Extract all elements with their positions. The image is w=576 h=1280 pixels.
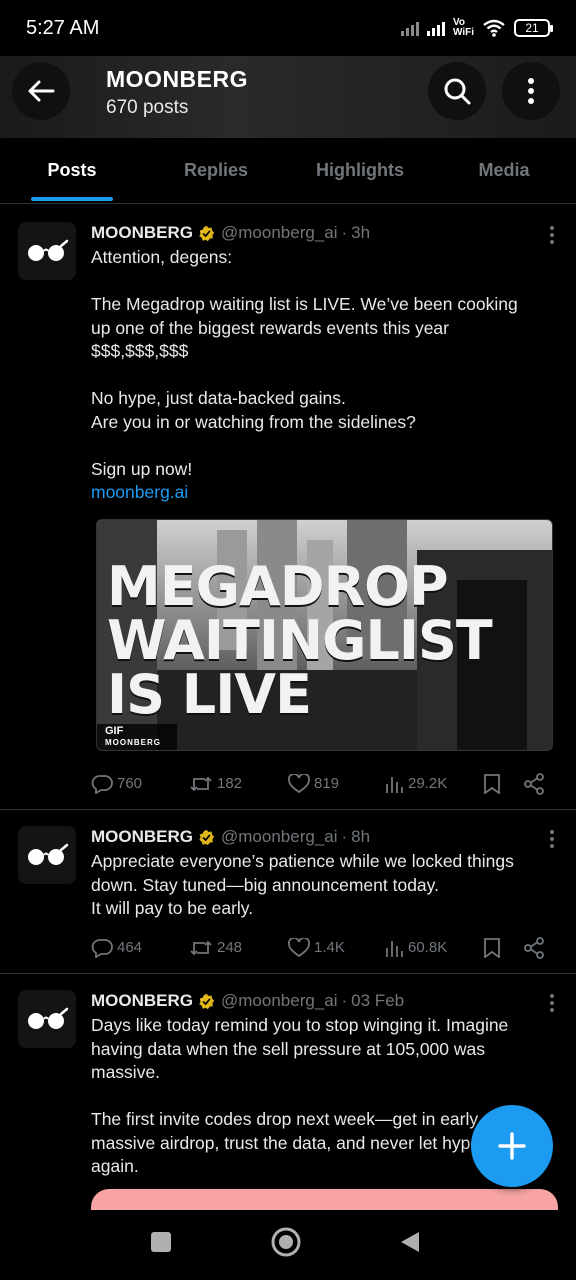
- timeline-feed[interactable]: MOONBERG @moonberg_ai · 3h Attention, de…: [0, 206, 576, 1210]
- posts-count: 670 posts: [106, 97, 189, 118]
- media-headline: MEGADROP WAITINGLIST IS LIVE: [107, 554, 493, 726]
- author-name[interactable]: MOONBERG: [91, 827, 193, 847]
- reply-icon: [91, 774, 113, 794]
- compose-button[interactable]: [471, 1105, 553, 1187]
- author-name[interactable]: MOONBERG: [91, 991, 193, 1011]
- status-bar: 5:27 AM Vo WiFi 21: [0, 0, 576, 56]
- tab-posts[interactable]: Posts: [0, 138, 144, 203]
- like-button[interactable]: 1.4K: [288, 937, 384, 958]
- search-icon: [444, 78, 471, 105]
- post-media-preview[interactable]: [91, 1188, 558, 1210]
- post-link[interactable]: moonberg.ai: [91, 481, 560, 505]
- post-header: MOONBERG @moonberg_ai · 3h: [91, 223, 371, 243]
- reply-button[interactable]: 464: [91, 938, 189, 958]
- repost-button[interactable]: 248: [189, 938, 288, 958]
- author-handle[interactable]: @moonberg_ai: [221, 991, 338, 1011]
- signal-sim1-icon: [400, 20, 419, 36]
- back-nav-button[interactable]: [399, 1230, 421, 1259]
- avatar[interactable]: [18, 222, 76, 280]
- moonberg-logo-icon: [28, 843, 69, 865]
- post[interactable]: MOONBERG @moonberg_ai · 3h Attention, de…: [0, 206, 576, 810]
- post-time[interactable]: 03 Feb: [351, 991, 404, 1011]
- verified-badge-icon: [198, 993, 215, 1010]
- search-button[interactable]: [428, 62, 486, 120]
- bookmark-icon: [484, 773, 500, 794]
- share-icon: [524, 936, 544, 959]
- post-time[interactable]: 3h: [351, 223, 370, 243]
- views-button[interactable]: 60.8K: [384, 938, 483, 958]
- author-handle[interactable]: @moonberg_ai: [221, 223, 338, 243]
- recents-icon: [151, 1232, 171, 1252]
- reply-button[interactable]: 760: [91, 774, 189, 794]
- repost-button[interactable]: 182: [189, 774, 288, 794]
- post-header: MOONBERG @moonberg_ai · 8h: [91, 827, 371, 847]
- post-more-icon[interactable]: [550, 994, 554, 1012]
- post-header: MOONBERG @moonberg_ai · 03 Feb: [91, 991, 405, 1011]
- back-triangle-icon: [401, 1232, 419, 1252]
- bookmark-button[interactable]: [483, 773, 523, 794]
- post-time[interactable]: 8h: [351, 827, 370, 847]
- bookmark-button[interactable]: [483, 937, 523, 958]
- reply-icon: [91, 938, 113, 958]
- share-icon: [524, 772, 544, 795]
- back-button[interactable]: [12, 62, 70, 120]
- tab-highlights[interactable]: Highlights: [288, 138, 432, 203]
- views-button[interactable]: 29.2K: [384, 774, 483, 794]
- heart-icon: [288, 937, 310, 957]
- views-icon: [386, 940, 403, 957]
- post-media-gif[interactable]: MEGADROP WAITINGLIST IS LIVE GIF MOONBER…: [96, 518, 553, 751]
- repost-icon: [190, 940, 212, 955]
- share-button[interactable]: [523, 936, 545, 959]
- post-text: Attention, degens: The Megadrop waiting …: [91, 247, 518, 479]
- post-text: Appreciate everyone’s patience while we …: [91, 851, 514, 918]
- post[interactable]: MOONBERG @moonberg_ai · 8h Appreciate ev…: [0, 810, 576, 974]
- repost-icon: [190, 776, 212, 791]
- views-icon: [386, 776, 403, 793]
- avatar[interactable]: [18, 990, 76, 1048]
- more-options-button[interactable]: [502, 62, 560, 120]
- post-actions: 760 182 819 29.2K: [91, 769, 560, 799]
- avatar[interactable]: [18, 826, 76, 884]
- verified-badge-icon: [198, 225, 215, 242]
- vowifi-icon: Vo WiFi: [452, 17, 474, 38]
- profile-tabs: Posts Replies Highlights Media: [0, 138, 576, 204]
- back-arrow-icon: [28, 80, 55, 102]
- system-nav-bar: [0, 1210, 576, 1280]
- signal-sim2-icon: [426, 20, 445, 36]
- recents-button[interactable]: [149, 1230, 173, 1259]
- post-actions: 464 248 1.4K 60.8K: [91, 933, 560, 963]
- post-more-icon[interactable]: [550, 226, 554, 244]
- author-handle[interactable]: @moonberg_ai: [221, 827, 338, 847]
- tab-replies[interactable]: Replies: [144, 138, 288, 203]
- moonberg-logo-icon: [28, 239, 69, 261]
- media-watermark: MOONBERG: [105, 737, 161, 747]
- author-name[interactable]: MOONBERG: [91, 223, 193, 243]
- heart-icon: [288, 773, 310, 793]
- status-icons: Vo WiFi 21: [400, 17, 553, 38]
- battery-icon: 21: [514, 19, 553, 37]
- status-time: 5:27 AM: [26, 16, 100, 39]
- bookmark-icon: [484, 937, 500, 958]
- home-button[interactable]: [270, 1226, 302, 1263]
- more-vertical-icon: [528, 78, 534, 104]
- home-icon: [271, 1227, 301, 1257]
- post-more-icon[interactable]: [550, 830, 554, 848]
- gif-badge: GIF MOONBERG: [97, 723, 177, 750]
- moonberg-logo-icon: [28, 1007, 69, 1029]
- profile-header: MOONBERG 670 posts: [0, 56, 576, 138]
- wifi-icon: [483, 19, 505, 37]
- share-button[interactable]: [523, 772, 545, 795]
- like-button[interactable]: 819: [288, 773, 384, 794]
- tab-media[interactable]: Media: [432, 138, 576, 203]
- profile-name: MOONBERG: [106, 66, 248, 92]
- verified-badge-icon: [198, 829, 215, 846]
- plus-icon: [498, 1132, 526, 1160]
